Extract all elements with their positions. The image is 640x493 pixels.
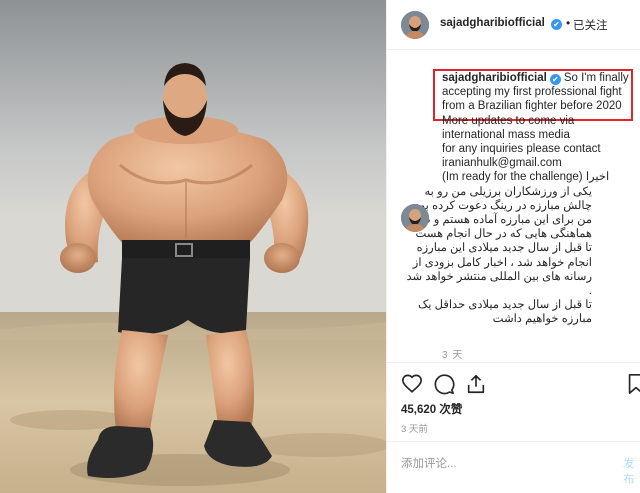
post-photo bbox=[0, 0, 386, 493]
header-username[interactable]: sajadgharibiofficial bbox=[440, 17, 545, 29]
caption-persian-line: هماهنگی هایی که در حال انجام هست bbox=[415, 228, 592, 241]
caption-persian-line: مبارزه خواهیم داشت bbox=[492, 313, 592, 326]
caption-first-line: sajadgharibiofficial ✔ So I'm finally bbox=[442, 71, 634, 85]
post-comment-button[interactable]: 发布 bbox=[623, 455, 640, 487]
divider bbox=[387, 362, 640, 363]
following-button[interactable]: 已关注 bbox=[573, 17, 608, 33]
share-icon[interactable] bbox=[465, 373, 487, 395]
post-details-panel: sajadgharibiofficial ✔ • 已关注 sajadgharib… bbox=[386, 0, 640, 493]
caption-line: international mass media bbox=[442, 128, 570, 141]
avatar[interactable] bbox=[401, 11, 429, 39]
verified-icon: ✔ bbox=[551, 19, 562, 30]
caption-persian-line: من برای این مبارزه آماده هستم و طبق bbox=[408, 214, 592, 227]
caption-line: accepting my first professional fight bbox=[442, 86, 622, 99]
post-timestamp[interactable]: 3 天前 bbox=[401, 421, 428, 435]
verified-icon: ✔ bbox=[549, 74, 561, 85]
add-comment-input[interactable]: 添加评论... bbox=[401, 455, 457, 471]
like-count[interactable]: 45,620 次赞 bbox=[401, 401, 462, 417]
caption-persian-line: . bbox=[588, 285, 592, 298]
action-bar bbox=[401, 373, 640, 395]
caption-persian-line: چالش مبارزه در رینگ دعوت کرده بود ، bbox=[407, 199, 592, 212]
caption-username[interactable]: sajadgharibiofficial bbox=[442, 72, 547, 84]
caption-line: So I'm finally bbox=[563, 72, 629, 84]
separator-dot: • bbox=[566, 16, 571, 30]
caption-line: (Im ready for the challenge) اخیرا bbox=[442, 171, 610, 184]
caption-line: More updates to come via bbox=[442, 114, 575, 127]
caption-email[interactable]: iranianhulk@gmail.com bbox=[442, 156, 634, 170]
caption-line: from a Brazilian fighter before 2020 bbox=[442, 100, 622, 113]
caption-persian-line: تا قبل از سال جدید میلادی حداقل یک bbox=[417, 299, 592, 312]
caption-persian-line: تا قبل از سال جدید میلادی این مبارزه bbox=[416, 242, 592, 255]
caption-persian-line: رسانه های بین المللی منتشر خواهد شد bbox=[406, 270, 593, 283]
bookmark-icon[interactable] bbox=[625, 373, 640, 395]
comment-icon[interactable] bbox=[433, 373, 455, 395]
heart-icon[interactable] bbox=[401, 373, 423, 395]
divider bbox=[387, 441, 640, 442]
caption-persian-line: یکی از ورزشکاران برزیلی من رو به bbox=[424, 185, 592, 198]
post-caption: sajadgharibiofficial ✔ So I'm finally acce… bbox=[406, 71, 634, 327]
caption-persian-line: انجام خواهد شد ، اخبار کامل بزودی از bbox=[412, 256, 592, 269]
caption-line: for any inquiries please contact bbox=[442, 143, 601, 156]
caption-timestamp[interactable]: 3 天 bbox=[442, 346, 463, 361]
post-header: sajadgharibiofficial ✔ • 已关注 bbox=[387, 0, 640, 50]
caption-avatar[interactable] bbox=[401, 204, 429, 232]
